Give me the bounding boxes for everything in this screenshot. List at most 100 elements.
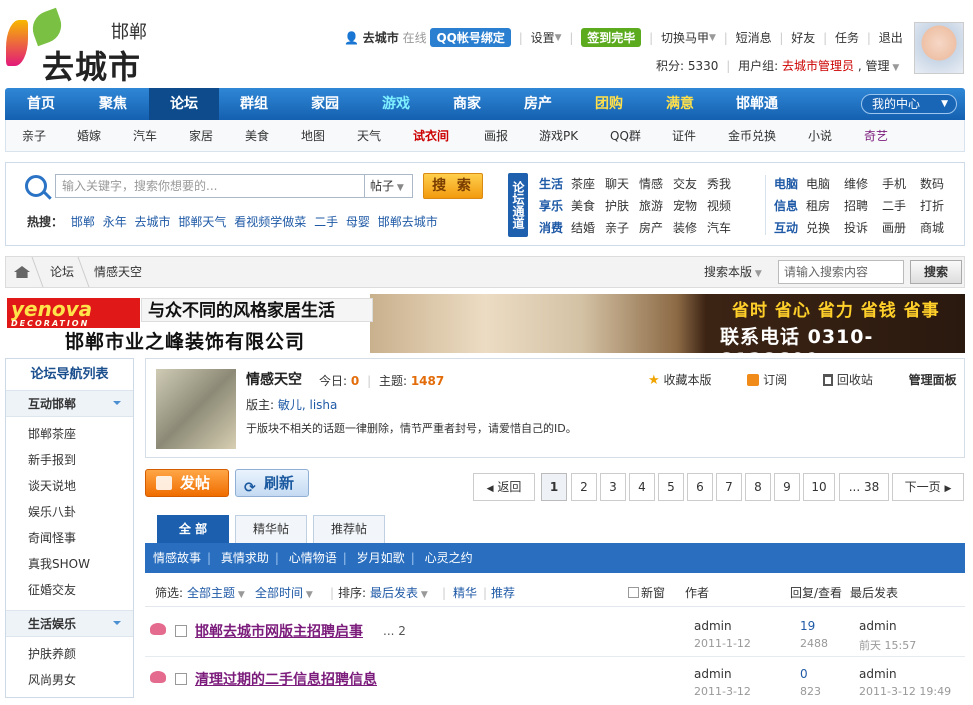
- sidebar-item[interactable]: 娱乐八卦: [6, 499, 133, 525]
- filter-topic-select[interactable]: 全部主题 ▼: [187, 579, 245, 609]
- subnav-item[interactable]: 金币兑换: [728, 120, 776, 152]
- pager-next-button[interactable]: 下一页 ▶: [892, 473, 964, 501]
- thread-replies[interactable]: 0: [800, 667, 808, 681]
- channel-link[interactable]: 画册: [882, 217, 920, 239]
- sidebar-section[interactable]: 互动邯郸: [6, 391, 133, 417]
- sidebar-item[interactable]: 真我SHOW: [6, 551, 133, 577]
- channel-link[interactable]: 租房: [806, 195, 844, 217]
- thread-pages[interactable]: ... 2: [383, 624, 406, 638]
- pager-page[interactable]: 9: [774, 473, 800, 501]
- forum-search-button[interactable]: 搜索: [910, 260, 962, 284]
- channel-link[interactable]: 电脑: [806, 173, 844, 195]
- sign-in-button[interactable]: 签到完毕: [581, 28, 642, 47]
- thread-replies[interactable]: 19: [800, 619, 815, 633]
- nav-item-focus[interactable]: 聚焦: [77, 88, 149, 120]
- subnav-item[interactable]: 小说: [808, 120, 832, 152]
- channel-link[interactable]: 结婚: [571, 217, 605, 239]
- search-type-select[interactable]: 帖子 ▼: [365, 174, 413, 198]
- thread-checkbox[interactable]: [175, 625, 187, 637]
- subnav-item[interactable]: 家居: [189, 120, 213, 152]
- channel-link[interactable]: 茶座: [571, 173, 605, 195]
- breadcrumb-current[interactable]: 情感天空: [94, 257, 142, 287]
- filter-time-select[interactable]: 全部时间 ▼: [255, 579, 313, 609]
- new-window-toggle[interactable]: 新窗: [628, 579, 665, 607]
- nav-item-home-garden[interactable]: 家园: [289, 88, 361, 120]
- category-link[interactable]: 岁月如歌: [357, 551, 405, 565]
- new-post-button[interactable]: 发帖: [145, 469, 229, 497]
- checkbox[interactable]: [628, 587, 639, 598]
- pager-page[interactable]: 7: [716, 473, 742, 501]
- refresh-button[interactable]: ⟳ 刷新: [235, 469, 309, 497]
- pager-page[interactable]: 6: [687, 473, 713, 501]
- hot-search-link[interactable]: 二手: [314, 215, 338, 229]
- channel-link[interactable]: 秀我: [707, 173, 741, 195]
- tab-all[interactable]: 全 部: [157, 515, 229, 543]
- channel-link[interactable]: 旅游: [639, 195, 673, 217]
- channel-link[interactable]: 数码: [920, 173, 958, 195]
- channel-link[interactable]: 汽车: [707, 217, 741, 239]
- settings-link[interactable]: 设置: [531, 29, 555, 46]
- thread-last-author[interactable]: admin: [859, 667, 897, 681]
- sidebar-item[interactable]: 征婚交友: [6, 577, 133, 603]
- avatar[interactable]: [914, 22, 964, 74]
- recommend-filter[interactable]: 推荐: [491, 579, 515, 607]
- subnav-item[interactable]: 奇艺: [864, 120, 888, 152]
- channel-link[interactable]: 招聘: [844, 195, 882, 217]
- admin-panel-button[interactable]: 管理面板: [909, 373, 957, 387]
- thread-title[interactable]: 清理过期的二手信息招聘信息: [195, 669, 377, 689]
- sidebar-item[interactable]: 奇闻怪事: [6, 525, 133, 551]
- sidebar-title[interactable]: 论坛导航列表: [6, 359, 133, 391]
- channel-link[interactable]: 聊天: [605, 173, 639, 195]
- nav-item-games[interactable]: 游戏: [361, 88, 431, 120]
- channel-link[interactable]: 打折: [920, 195, 958, 217]
- channel-link[interactable]: 交友: [673, 173, 707, 195]
- nav-item-groupbuy[interactable]: 团购: [573, 88, 645, 120]
- tab-recommended[interactable]: 推荐帖: [313, 515, 385, 543]
- channel-link[interactable]: 宠物: [673, 195, 707, 217]
- nav-item-realestate[interactable]: 房产: [503, 88, 573, 120]
- subnav-item[interactable]: 天气: [357, 120, 381, 152]
- points-link[interactable]: 积分: 5330: [656, 59, 718, 73]
- pager-page[interactable]: 1: [541, 473, 567, 501]
- subnav-item[interactable]: 婚嫁: [77, 120, 101, 152]
- hot-search-link[interactable]: 去城市: [135, 215, 171, 229]
- channel-link[interactable]: 维修: [844, 173, 882, 195]
- qq-bind-button[interactable]: QQ帐号绑定: [430, 28, 511, 47]
- pager-page[interactable]: 10: [803, 473, 835, 501]
- sidebar-section[interactable]: 生活娱乐: [6, 611, 133, 637]
- digest-filter[interactable]: 精华: [453, 579, 477, 607]
- nav-item-home[interactable]: 首页: [5, 88, 77, 120]
- moderator-links[interactable]: 敏儿, lisha: [278, 398, 338, 412]
- tab-digest[interactable]: 精华帖: [235, 515, 307, 543]
- pager-page[interactable]: 3: [600, 473, 626, 501]
- channel-link[interactable]: 手机: [882, 173, 920, 195]
- username-link[interactable]: 去城市: [363, 29, 399, 46]
- friends-link[interactable]: 好友: [791, 29, 815, 46]
- favorite-button[interactable]: ★ 收藏本版: [648, 373, 728, 388]
- channel-link[interactable]: 二手: [882, 195, 920, 217]
- category-link[interactable]: 心灵之约: [425, 551, 473, 565]
- subnav-item[interactable]: 地图: [301, 120, 325, 152]
- subnav-item[interactable]: 汽车: [133, 120, 157, 152]
- channel-link[interactable]: 视频: [707, 195, 741, 217]
- thread-checkbox[interactable]: [175, 673, 187, 685]
- subnav-item[interactable]: 亲子: [22, 120, 46, 152]
- channel-link[interactable]: 情感: [639, 173, 673, 195]
- hot-search-link[interactable]: 邯郸: [71, 215, 95, 229]
- pager-page[interactable]: 2: [571, 473, 597, 501]
- thread-author[interactable]: admin: [694, 667, 732, 681]
- subnav-item[interactable]: 画报: [484, 120, 508, 152]
- hot-search-link[interactable]: 看视频学做菜: [234, 215, 306, 229]
- category-link[interactable]: 情感故事: [153, 551, 201, 565]
- site-logo[interactable]: 邯郸 去城市: [6, 7, 156, 86]
- pager-page[interactable]: ... 38: [839, 473, 889, 501]
- thread-author[interactable]: admin: [694, 619, 732, 633]
- subscribe-button[interactable]: 订阅: [747, 373, 803, 387]
- nav-item-handan-tong[interactable]: 邯郸通: [715, 88, 799, 120]
- subnav-item[interactable]: 证件: [672, 120, 696, 152]
- ad-banner[interactable]: yenova DECORATION 与众不同的风格家居生活 邯郸市业之峰装饰有限公…: [5, 294, 965, 353]
- forum-search-input[interactable]: 请输入搜索内容: [778, 260, 904, 284]
- search-input[interactable]: 输入关键字，搜索你想要的...: [55, 174, 365, 198]
- thread-last-time[interactable]: 2011-3-12 19:49: [859, 685, 951, 698]
- manage-link[interactable]: 管理: [865, 59, 889, 73]
